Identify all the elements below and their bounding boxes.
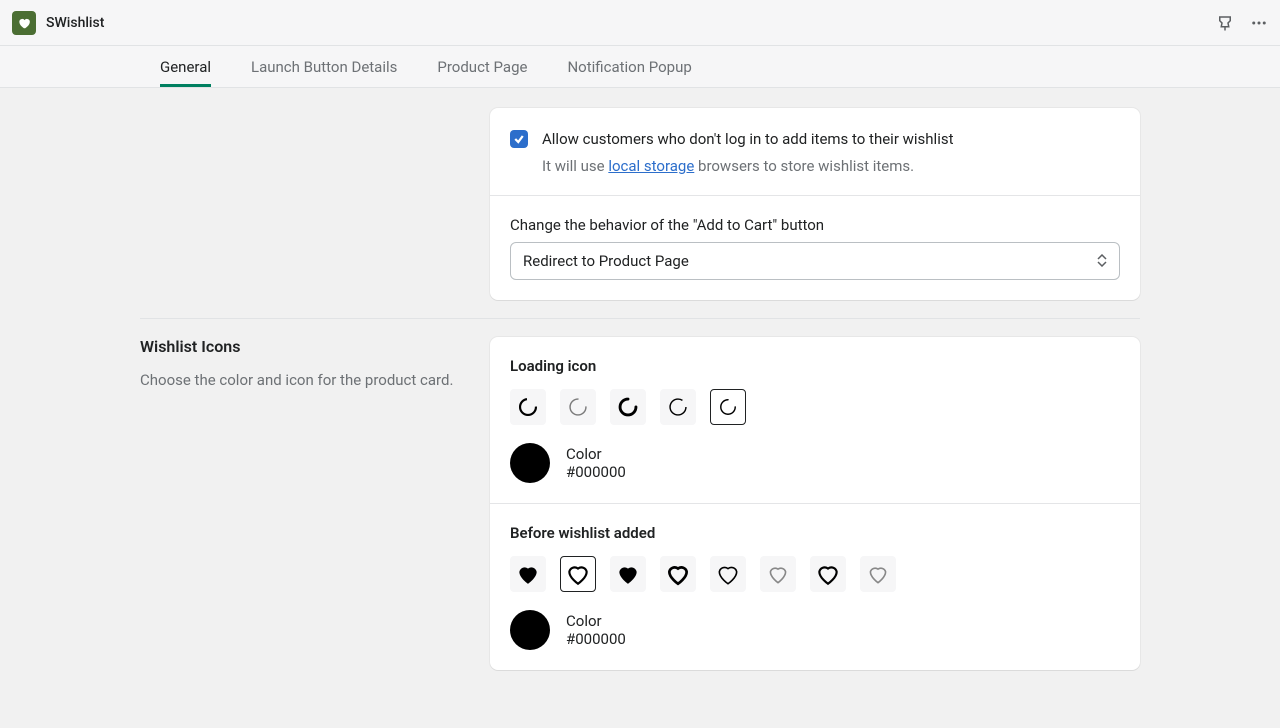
heart-icon-option-5[interactable]: [710, 556, 746, 592]
section-general-settings: Allow customers who don't log in to add …: [140, 108, 1140, 318]
loading-color-row: Color #000000: [510, 443, 1120, 483]
heart-icon-option-3[interactable]: [610, 556, 646, 592]
allow-guest-checkbox[interactable]: [510, 130, 528, 148]
loading-icon-option-3[interactable]: [610, 389, 646, 425]
topbar: SWishlist: [0, 0, 1280, 46]
tabs: General Launch Button Details Product Pa…: [0, 46, 1280, 88]
settings-card: Allow customers who don't log in to add …: [490, 108, 1140, 300]
atc-behavior-value: Redirect to Product Page: [523, 252, 689, 270]
before-icon-grid: [510, 556, 1120, 592]
loading-icon-option-2[interactable]: [560, 389, 596, 425]
heart-icon-option-4[interactable]: [660, 556, 696, 592]
loading-color-value: #000000: [566, 463, 626, 481]
allow-guest-help-suffix: browsers to store wishlist items.: [694, 157, 914, 175]
loading-icon-grid: [510, 389, 1120, 425]
loading-heading: Loading icon: [510, 357, 1120, 375]
loading-color-swatch[interactable]: [510, 443, 550, 483]
page: Allow customers who don't log in to add …: [140, 88, 1140, 728]
heart-icon-option-8[interactable]: [860, 556, 896, 592]
icons-card: Loading icon: [490, 337, 1140, 670]
before-color-row: Color #000000: [510, 610, 1120, 650]
loading-icon-option-5[interactable]: [710, 389, 746, 425]
wishlist-icons-desc: Choose the color and icon for the produc…: [140, 370, 470, 392]
atc-behavior-label: Change the behavior of the "Add to Cart"…: [510, 216, 1120, 234]
app-title: SWishlist: [46, 15, 104, 31]
allow-guest-help-prefix: It will use: [542, 157, 608, 175]
section-wishlist-icons: Wishlist Icons Choose the color and icon…: [140, 337, 1140, 688]
heart-icon-option-1[interactable]: [510, 556, 546, 592]
heart-icon-option-7[interactable]: [810, 556, 846, 592]
more-icon[interactable]: [1250, 14, 1268, 32]
tab-launch[interactable]: Launch Button Details: [251, 46, 397, 87]
loading-color-label: Color: [566, 445, 626, 463]
topbar-left: SWishlist: [12, 11, 104, 35]
before-color-value: #000000: [566, 630, 626, 648]
wishlist-icons-title: Wishlist Icons: [140, 337, 470, 356]
allow-guest-row: Allow customers who don't log in to add …: [510, 128, 1120, 175]
before-color-label: Color: [566, 612, 626, 630]
allow-guest-help: It will use local storage browsers to st…: [542, 157, 954, 175]
loading-icon-option-1[interactable]: [510, 389, 546, 425]
atc-behavior-select[interactable]: Redirect to Product Page: [510, 242, 1120, 280]
loading-icon-option-4[interactable]: [660, 389, 696, 425]
before-wishlist-section: Before wishlist added: [490, 503, 1140, 670]
section-divider: [140, 318, 1140, 319]
tab-general[interactable]: General: [160, 46, 211, 87]
allow-guest-label: Allow customers who don't log in to add …: [542, 128, 954, 151]
app-icon: [12, 11, 36, 35]
local-storage-link[interactable]: local storage: [608, 157, 694, 175]
loading-icon-section: Loading icon: [490, 337, 1140, 503]
before-heading: Before wishlist added: [510, 524, 1120, 542]
before-color-swatch[interactable]: [510, 610, 550, 650]
tab-product[interactable]: Product Page: [437, 46, 527, 87]
tab-popup[interactable]: Notification Popup: [567, 46, 691, 87]
chevron-sort-icon: [1097, 254, 1107, 267]
heart-icon-option-2[interactable]: [560, 556, 596, 592]
heart-icon-option-6[interactable]: [760, 556, 796, 592]
pin-icon[interactable]: [1216, 14, 1234, 32]
